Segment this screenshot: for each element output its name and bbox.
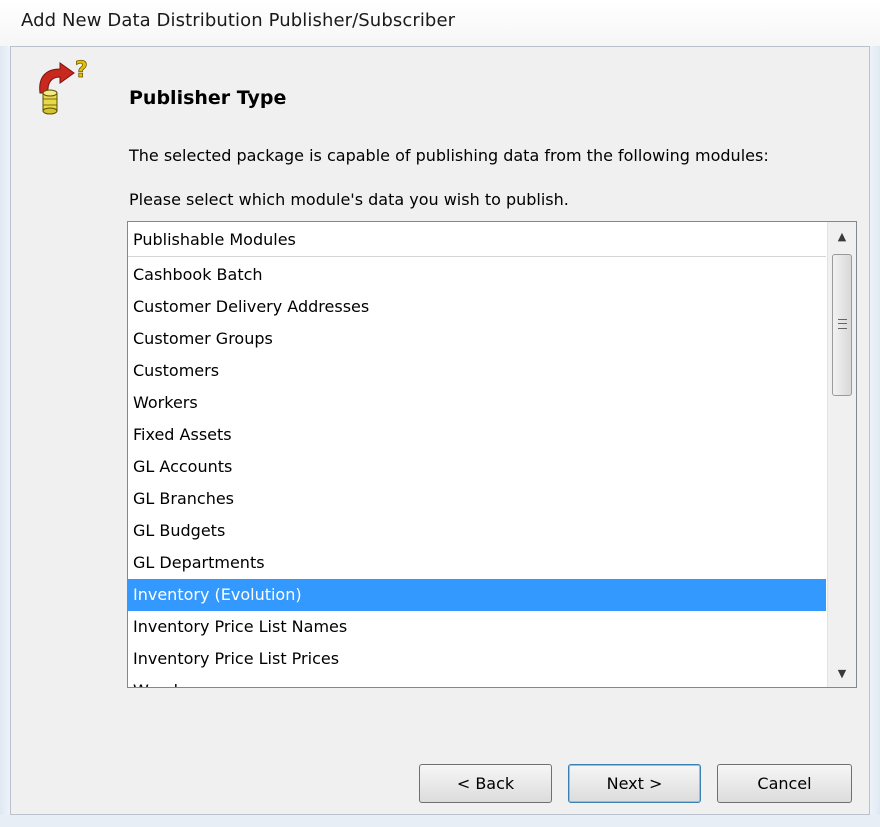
list-item[interactable]: Workers [128,387,826,419]
database-arrow-question-icon: ? [39,58,88,115]
window-frame-right [870,46,880,827]
list-item[interactable]: Inventory Price List Names [128,611,826,643]
scroll-up-button[interactable]: ▲ [828,222,856,250]
list-item[interactable]: Customers [128,355,826,387]
window-frame-bottom [0,815,880,827]
list-item[interactable]: Inventory Price List Prices [128,643,826,675]
chevron-up-icon: ▲ [837,229,847,243]
list-item-selected[interactable]: Inventory (Evolution) [128,579,826,611]
window-frame-left [0,46,10,827]
list-item[interactable]: Warehouses [128,675,826,687]
modules-listbox[interactable]: Publishable Modules Cashbook Batch Custo… [127,221,857,688]
vertical-scrollbar[interactable]: ▲ ▼ [827,222,856,687]
list-item[interactable]: GL Branches [128,483,826,515]
scrollbar-thumb[interactable] [832,254,852,396]
page-instruction: Please select which module's data you wi… [129,190,569,209]
list-item[interactable]: Fixed Assets [128,419,826,451]
list-item[interactable]: Cashbook Batch [128,259,826,291]
column-header-label: Publishable Modules [133,230,296,249]
list-item[interactable]: Customer Groups [128,323,826,355]
list-rows: Cashbook Batch Customer Delivery Address… [128,259,826,687]
list-item[interactable]: GL Departments [128,547,826,579]
title-bar[interactable]: Add New Data Distribution Publisher/Subs… [0,0,880,46]
back-button[interactable]: < Back [419,764,552,803]
page-heading: Publisher Type [129,87,287,109]
cancel-button[interactable]: Cancel [717,764,852,803]
list-item[interactable]: GL Budgets [128,515,826,547]
window-title: Add New Data Distribution Publisher/Subs… [21,10,456,31]
grip-icon [838,319,847,329]
chevron-down-icon: ▼ [837,666,847,680]
wizard-page: ? Publisher Type The selected package is… [10,46,870,815]
list-item[interactable]: GL Accounts [128,451,826,483]
next-button[interactable]: Next > [568,764,701,803]
scroll-down-button[interactable]: ▼ [828,659,856,687]
list-item[interactable]: Customer Delivery Addresses [128,291,826,323]
dialog-window: Add New Data Distribution Publisher/Subs… [0,0,880,827]
page-description: The selected package is capable of publi… [129,146,769,165]
list-column-header[interactable]: Publishable Modules [128,222,826,257]
svg-text:?: ? [75,58,88,83]
